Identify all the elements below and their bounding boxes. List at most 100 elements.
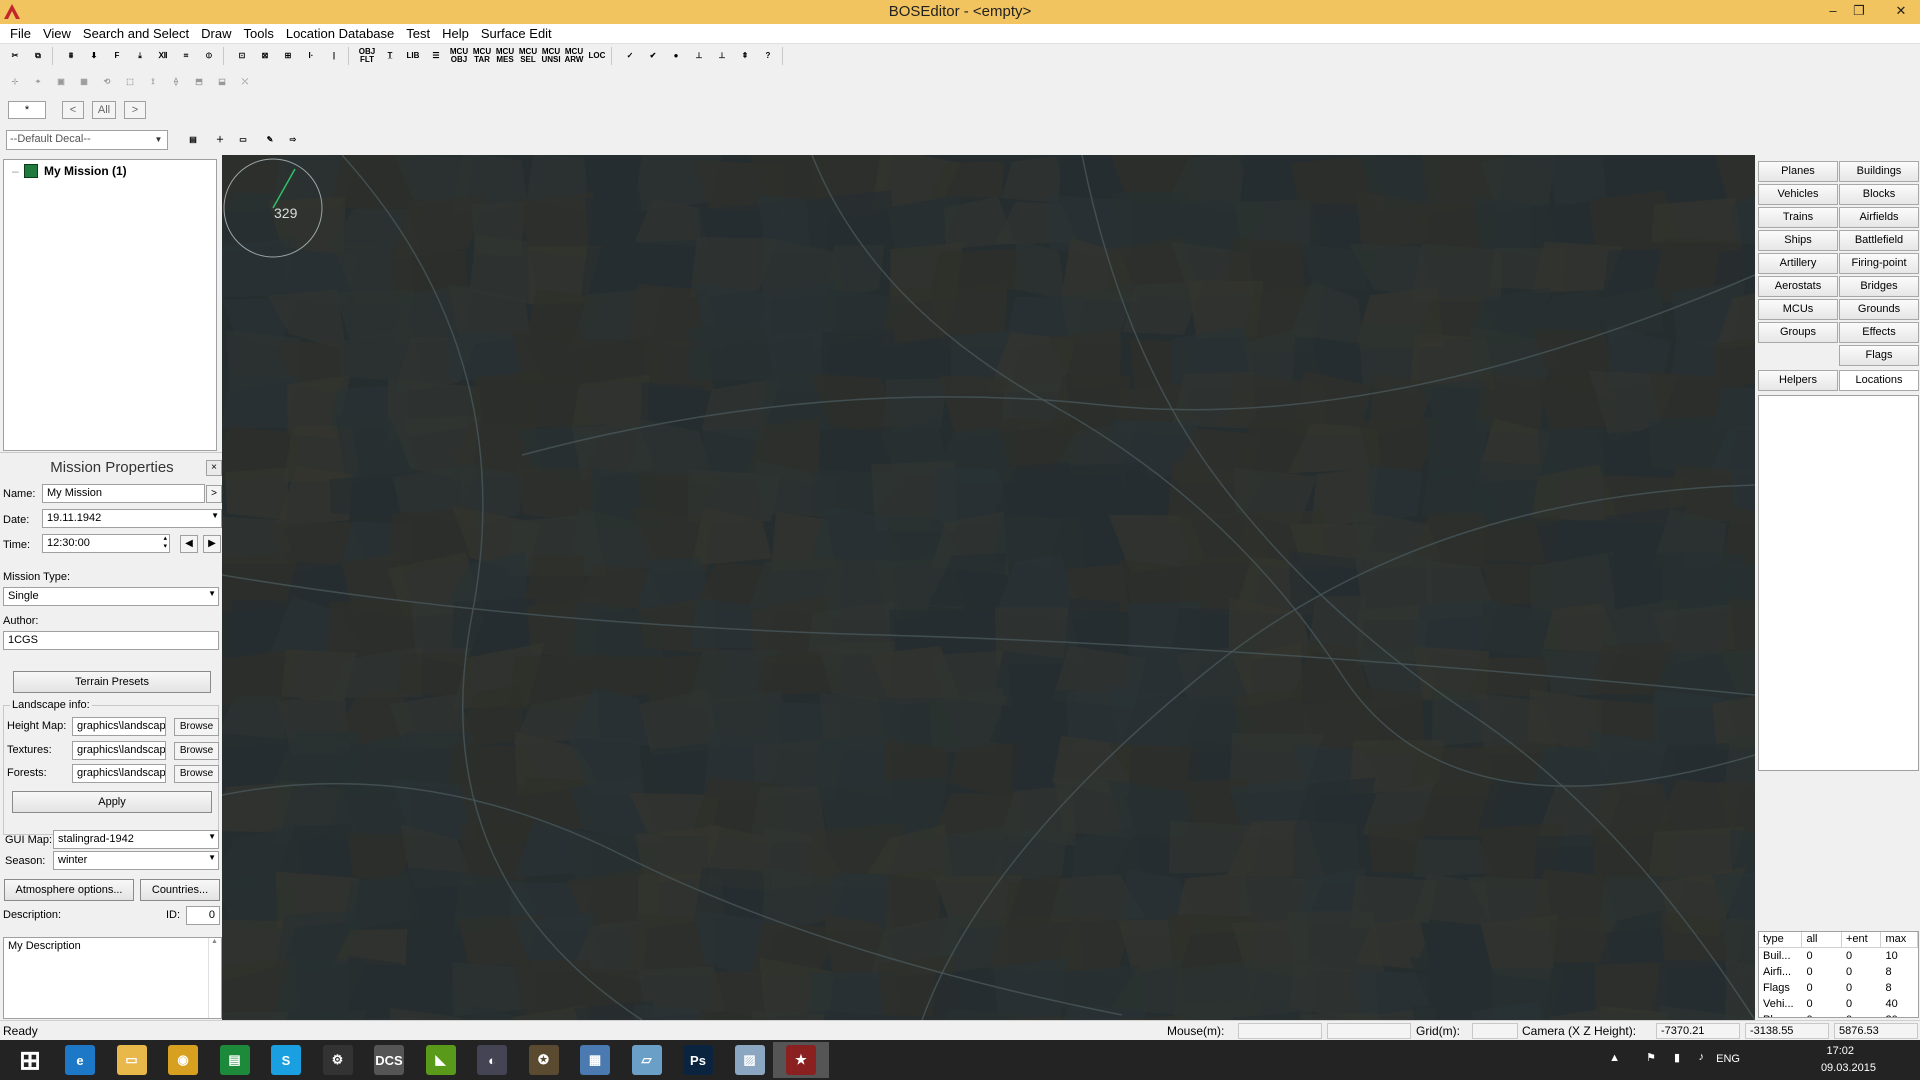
object-list[interactable]: [1758, 395, 1919, 771]
edit-tool-7-icon[interactable]: ⟠: [165, 71, 187, 93]
category-effects-button[interactable]: Effects: [1839, 322, 1919, 343]
taskbar-ie-button[interactable]: e: [52, 1042, 108, 1078]
chevron-down-icon[interactable]: ▼: [211, 511, 219, 520]
stats-header-type[interactable]: type: [1759, 932, 1803, 948]
layer-prev-button[interactable]: <: [62, 101, 84, 119]
height-map-browse-button[interactable]: Browse: [174, 718, 219, 736]
edit-tool-5-icon[interactable]: ⬚: [119, 71, 141, 93]
taskbar-skype-button[interactable]: S: [258, 1042, 314, 1078]
tree-expander-icon[interactable]: –: [12, 164, 24, 178]
mission-type-select[interactable]: Single ▼: [3, 587, 219, 606]
description-textarea[interactable]: My Description ▲: [3, 937, 222, 1019]
edit-tool-1-icon[interactable]: ⌖: [27, 71, 49, 93]
main-tool-3-icon[interactable]: ⬇: [83, 45, 105, 67]
tab-helpers[interactable]: Helpers: [1758, 370, 1838, 391]
name-field[interactable]: My Mission: [42, 484, 205, 503]
main-tool-24-icon[interactable]: LOC: [586, 45, 608, 67]
category-vehicles-button[interactable]: Vehicles: [1758, 184, 1838, 205]
time-prev-button[interactable]: ◀: [180, 535, 198, 553]
decal-edit-icon[interactable]: ✎: [259, 129, 281, 151]
main-tool-14-icon[interactable]: OBJ FLT: [356, 45, 378, 67]
taskbar-control-panel-button[interactable]: ▦: [567, 1042, 623, 1078]
restore-button[interactable]: ❐: [1848, 0, 1870, 22]
textures-field[interactable]: graphics\landscape: [72, 741, 166, 760]
taskbar-chrome-button[interactable]: ◉: [155, 1042, 211, 1078]
taskbar-windows-button[interactable]: ⊞: [2, 1042, 58, 1078]
category-flags-button[interactable]: Flags: [1839, 345, 1919, 366]
edit-tool-4-icon[interactable]: ⟲: [96, 71, 118, 93]
main-tool-6-icon[interactable]: Ⅻ: [152, 45, 174, 67]
forests-field[interactable]: graphics\landscape: [72, 764, 166, 783]
countries-button[interactable]: Countries...: [140, 879, 220, 901]
taskbar-steam-button[interactable]: ⚙: [310, 1042, 366, 1078]
close-button[interactable]: ✕: [1890, 0, 1912, 22]
properties-close-button[interactable]: ×: [206, 460, 222, 476]
main-tool-0-icon[interactable]: ✂: [4, 45, 26, 67]
main-tool-28-icon[interactable]: ⊥: [688, 45, 710, 67]
menu-file[interactable]: File: [4, 24, 37, 44]
category-airfields-button[interactable]: Airfields: [1839, 207, 1919, 228]
edit-tool-9-icon[interactable]: ⬓: [211, 71, 233, 93]
menu-search-and-select[interactable]: Search and Select: [77, 24, 195, 44]
category-bridges-button[interactable]: Bridges: [1839, 276, 1919, 297]
main-tool-4-icon[interactable]: F: [106, 45, 128, 67]
language-indicator[interactable]: ENG: [1716, 1053, 1740, 1065]
taskbar-boseditor-button[interactable]: ★: [773, 1042, 829, 1078]
season-select[interactable]: winter ▼: [53, 851, 219, 870]
main-tool-16-icon[interactable]: LIB: [402, 45, 424, 67]
main-tool-23-icon[interactable]: MCU ARW: [563, 45, 585, 67]
main-tool-18-icon[interactable]: MCU OBJ: [448, 45, 470, 67]
main-tool-2-icon[interactable]: ⩩: [60, 45, 82, 67]
edit-tool-6-icon[interactable]: ⟟: [142, 71, 164, 93]
main-tool-25-icon[interactable]: ✓: [619, 45, 641, 67]
menu-draw[interactable]: Draw: [195, 24, 237, 44]
stats-row[interactable]: Vehi... 0 0 40: [1759, 996, 1918, 1012]
main-tool-15-icon[interactable]: T̲: [379, 45, 401, 67]
network-icon[interactable]: ▮: [1674, 1051, 1680, 1064]
taskbar-nvidia-button[interactable]: ◣: [413, 1042, 469, 1078]
category-grounds-button[interactable]: Grounds: [1839, 299, 1919, 320]
category-firing-point-button[interactable]: Firing-point: [1839, 253, 1919, 274]
category-buildings-button[interactable]: Buildings: [1839, 161, 1919, 182]
stats-row[interactable]: Buil... 0 0 10: [1759, 948, 1918, 964]
minimize-button[interactable]: –: [1822, 0, 1844, 22]
menu-help[interactable]: Help: [436, 24, 475, 44]
tree-node-mission[interactable]: – My Mission (1): [12, 164, 127, 178]
atmosphere-options-button[interactable]: Atmosphere options...: [4, 879, 134, 901]
taskbar-paint-button[interactable]: ▨: [722, 1042, 778, 1078]
stats-row[interactable]: Flags 0 0 8: [1759, 980, 1918, 996]
main-tool-5-icon[interactable]: ⤓: [129, 45, 151, 67]
main-tool-8-icon[interactable]: ⦶: [198, 45, 220, 67]
layer-all-button[interactable]: All: [92, 101, 116, 119]
stats-row[interactable]: Pl...0020: [1759, 1012, 1918, 1017]
date-field[interactable]: 19.11.1942 ▼: [42, 509, 222, 528]
textures-browse-button[interactable]: Browse: [174, 742, 219, 760]
edit-tool-0-icon[interactable]: ⊹: [4, 71, 26, 93]
main-tool-12-icon[interactable]: I·: [300, 45, 322, 67]
edit-tool-3-icon[interactable]: ▦: [73, 71, 95, 93]
height-map-field[interactable]: graphics\landscape: [72, 717, 166, 736]
main-tool-31-icon[interactable]: ?: [757, 45, 779, 67]
main-tool-9-icon[interactable]: ⊡: [231, 45, 253, 67]
taskbar-notepad-button[interactable]: ▱: [619, 1042, 675, 1078]
category-artillery-button[interactable]: Artillery: [1758, 253, 1838, 274]
main-tool-20-icon[interactable]: MCU MES: [494, 45, 516, 67]
main-tool-29-icon[interactable]: ⊥: [711, 45, 733, 67]
edit-tool-10-icon[interactable]: ⤫: [234, 71, 256, 93]
map-viewport[interactable]: 329: [222, 155, 1755, 1020]
main-tool-10-icon[interactable]: ⊠: [254, 45, 276, 67]
spin-icon[interactable]: ▴ ▾: [163, 535, 167, 551]
edit-tool-8-icon[interactable]: ⬒: [188, 71, 210, 93]
menu-test[interactable]: Test: [400, 24, 436, 44]
main-tool-22-icon[interactable]: MCU UNSI: [540, 45, 562, 67]
taskbar-il2-button[interactable]: ✪: [516, 1042, 572, 1078]
time-next-button[interactable]: ▶: [203, 535, 221, 553]
forests-browse-button[interactable]: Browse: [174, 765, 219, 783]
category-blocks-button[interactable]: Blocks: [1839, 184, 1919, 205]
category-battlefield-button[interactable]: Battlefield: [1839, 230, 1919, 251]
taskbar-store-button[interactable]: ▤: [207, 1042, 263, 1078]
main-tool-11-icon[interactable]: ⊞: [277, 45, 299, 67]
menu-view[interactable]: View: [37, 24, 77, 44]
author-field[interactable]: 1CGS: [3, 631, 219, 650]
clock-time[interactable]: 17:02: [1826, 1045, 1854, 1057]
